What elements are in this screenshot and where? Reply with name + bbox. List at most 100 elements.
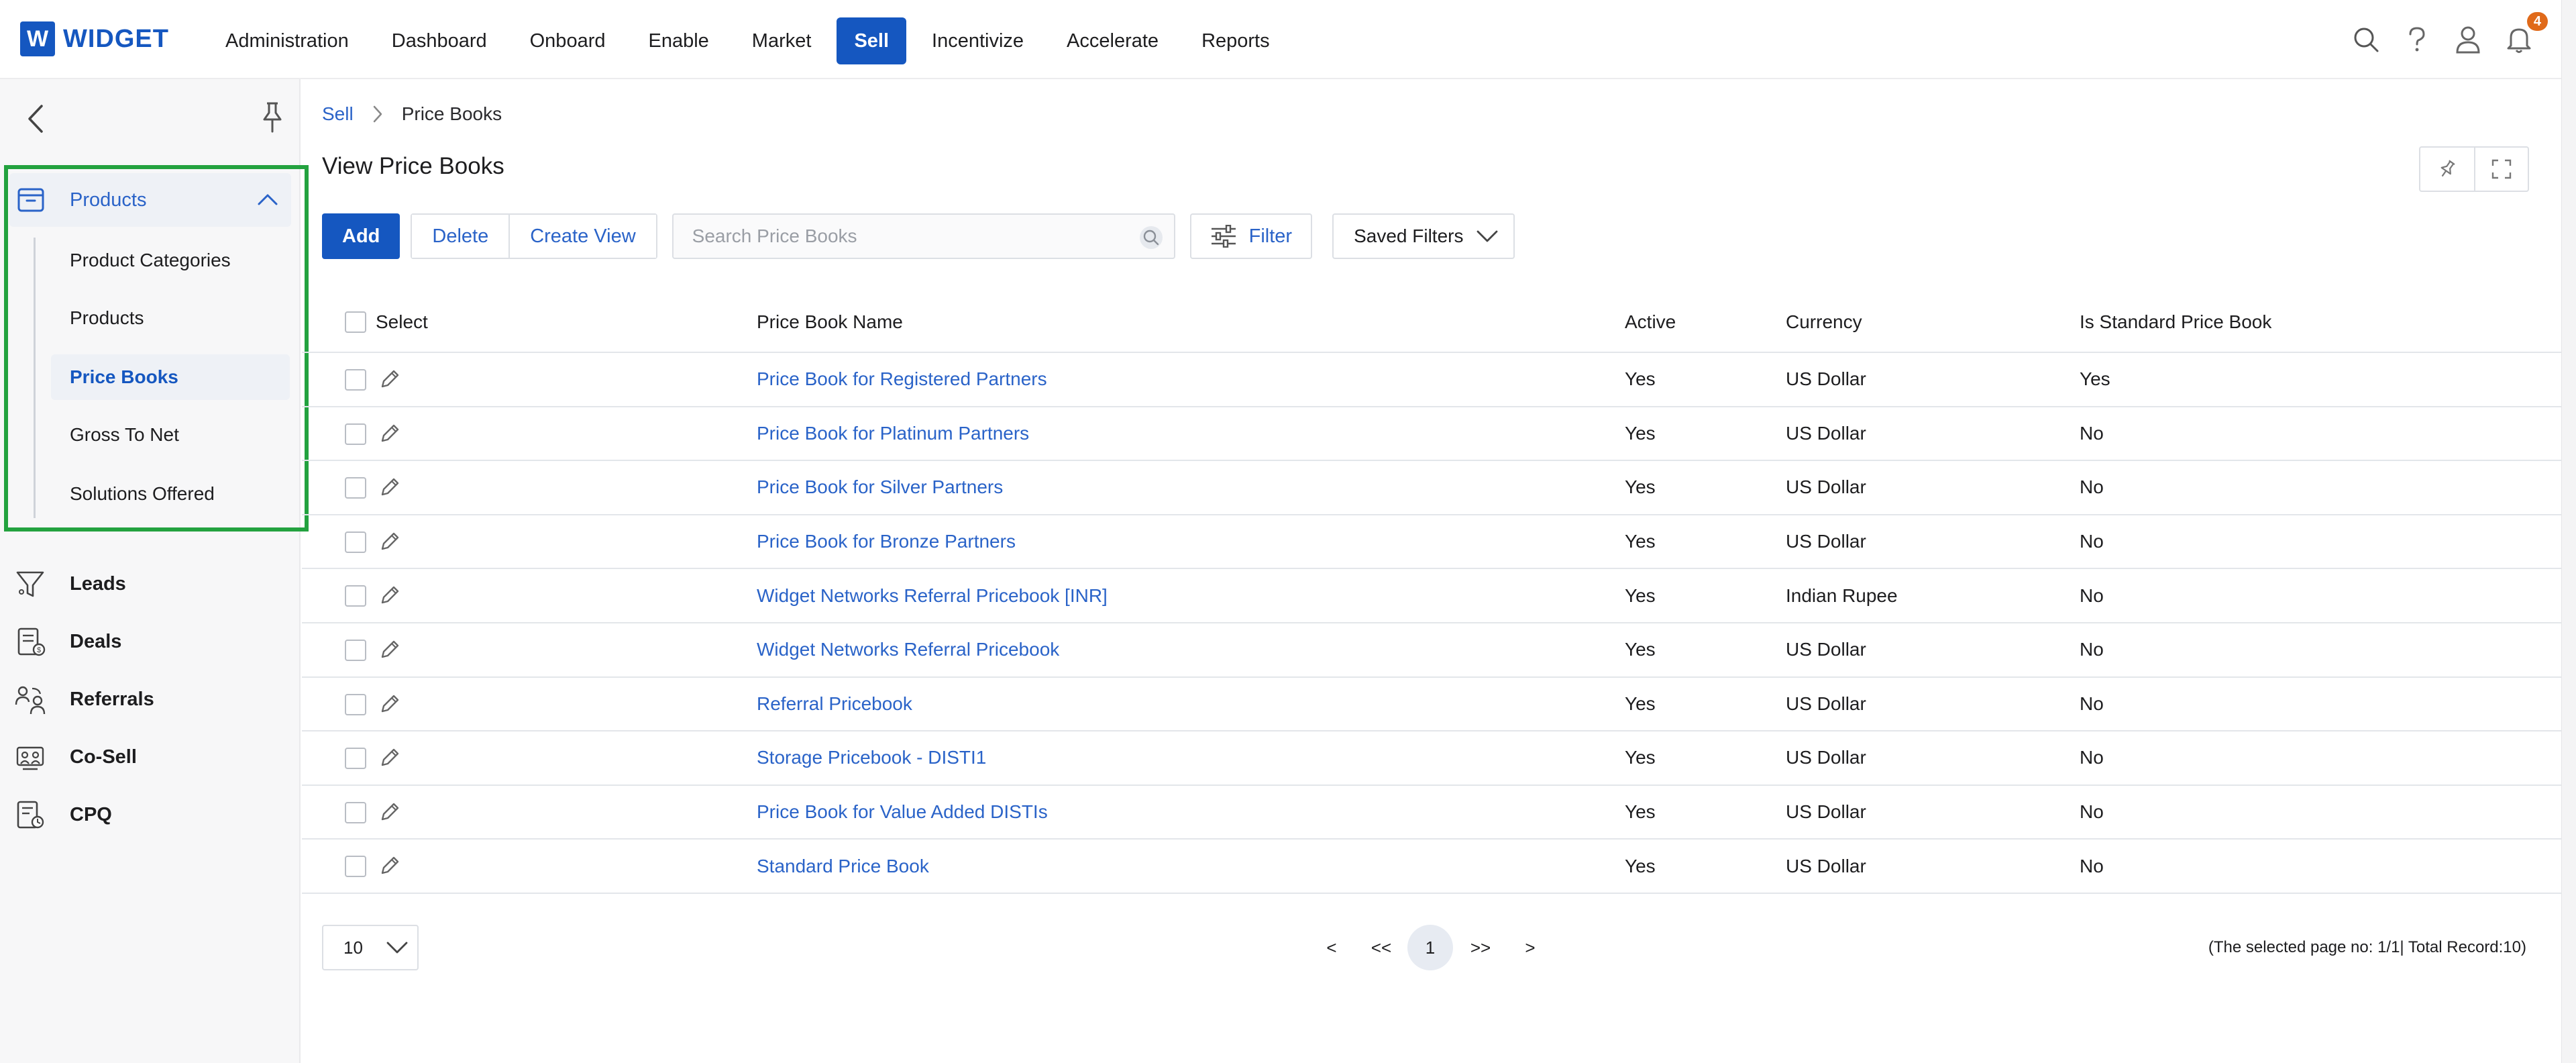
edit-pencil-icon[interactable] [378, 801, 401, 828]
help-icon[interactable] [2400, 20, 2434, 59]
last-page-button[interactable]: >> [1464, 925, 1497, 970]
nav-item-market[interactable]: Market [735, 17, 829, 64]
first-page-button[interactable]: << [1364, 925, 1398, 970]
price-book-name-link[interactable]: Widget Networks Referral Pricebook [757, 639, 1059, 660]
breadcrumb-sell-link[interactable]: Sell [322, 103, 354, 125]
standard-value: No [2080, 639, 2104, 660]
row-checkbox[interactable] [345, 693, 366, 715]
row-checkbox[interactable] [345, 748, 366, 770]
select-all-checkbox[interactable] [345, 311, 366, 333]
table-row: Standard Price Book Yes US Dollar No [302, 840, 2561, 894]
nav-item-sell[interactable]: Sell [837, 17, 907, 64]
sidebar-item-leads[interactable]: Leads [0, 557, 301, 611]
funnel-icon [15, 569, 46, 605]
table-row: Price Book for Silver Partners Yes US Doll… [302, 461, 2561, 515]
nav-item-incentivize[interactable]: Incentivize [914, 17, 1041, 64]
nav-item-onboard[interactable]: Onboard [513, 17, 623, 64]
active-value: Yes [1625, 368, 1656, 390]
column-header-select: Select [376, 311, 428, 332]
row-checkbox[interactable] [345, 477, 366, 499]
page-size-select[interactable]: 10 [322, 925, 419, 970]
row-checkbox[interactable] [345, 585, 366, 607]
edit-pencil-icon[interactable] [378, 476, 401, 503]
nav-item-enable[interactable]: Enable [631, 17, 726, 64]
row-checkbox[interactable] [345, 801, 366, 823]
pin-sidebar-icon[interactable] [259, 101, 286, 138]
edit-pencil-icon[interactable] [378, 746, 401, 774]
saved-filters-dropdown[interactable]: Saved Filters [1332, 213, 1515, 259]
toolbar: Add Delete Create View Filter Saved Filt… [322, 213, 1515, 259]
price-book-name-link[interactable]: Storage Pricebook - DISTI1 [757, 747, 986, 768]
previous-page-button[interactable]: < [1322, 925, 1342, 970]
bell-icon[interactable]: 4 [2502, 12, 2548, 59]
record-info: (The selected page no: 1/1| Total Record… [2208, 938, 2526, 956]
active-value: Yes [1625, 693, 1656, 714]
search-icon[interactable] [1139, 225, 1163, 255]
column-header-active[interactable]: Active [1625, 311, 1676, 333]
referral-people-icon [15, 685, 46, 721]
edit-pencil-icon[interactable] [378, 422, 401, 450]
search-input[interactable] [692, 216, 1122, 256]
price-book-name-link[interactable]: Standard Price Book [757, 856, 929, 877]
page-title: View Price Books [322, 153, 504, 179]
create-view-button[interactable]: Create View [508, 215, 656, 258]
nav-item-administration[interactable]: Administration [208, 17, 366, 64]
currency-value: US Dollar [1786, 693, 1866, 714]
row-checkbox[interactable] [345, 423, 366, 445]
price-book-name-link[interactable]: Referral Pricebook [757, 693, 912, 715]
edit-pencil-icon[interactable] [378, 638, 401, 666]
nav-item-dashboard[interactable]: Dashboard [374, 17, 504, 64]
active-value: Yes [1625, 747, 1656, 768]
row-checkbox[interactable] [345, 531, 366, 553]
currency-value: US Dollar [1786, 855, 1866, 876]
current-page-button[interactable]: 1 [1407, 925, 1453, 970]
search-icon[interactable] [2349, 20, 2383, 59]
nav-item-reports[interactable]: Reports [1184, 17, 1287, 64]
row-checkbox[interactable] [345, 856, 366, 878]
edit-pencil-icon[interactable] [378, 368, 401, 395]
column-header-standard[interactable]: Is Standard Price Book [2080, 311, 2271, 333]
page-scrollbar[interactable] [2561, 0, 2576, 1063]
sidebar-item-label: Co-Sell [70, 746, 137, 768]
products-highlight-box [4, 165, 309, 532]
currency-value: US Dollar [1786, 476, 1866, 498]
sidebar-item-deals[interactable]: $ Deals [0, 615, 301, 668]
sidebar-item-referrals[interactable]: Referrals [0, 672, 301, 726]
row-checkbox[interactable] [345, 639, 366, 661]
logo-text: WIDGET [63, 24, 169, 53]
chevron-right-icon [371, 104, 384, 124]
nav-item-accelerate[interactable]: Accelerate [1049, 17, 1176, 64]
standard-value: No [2080, 422, 2104, 444]
user-icon[interactable] [2451, 20, 2485, 59]
brand-logo[interactable]: W WIDGET [20, 21, 169, 56]
price-book-name-link[interactable]: Price Book for Bronze Partners [757, 531, 1016, 552]
logo-mark: W [20, 21, 55, 56]
column-header-name[interactable]: Price Book Name [757, 311, 903, 333]
sidebar-item-cpq[interactable]: CPQ [0, 788, 301, 842]
sidebar-item-label: Leads [70, 572, 126, 595]
price-book-name-link[interactable]: Widget Networks Referral Pricebook [INR] [757, 585, 1108, 607]
active-value: Yes [1625, 422, 1656, 444]
saved-filters-label: Saved Filters [1354, 225, 1464, 246]
fullscreen-button[interactable] [2474, 148, 2528, 191]
price-book-name-link[interactable]: Price Book for Silver Partners [757, 476, 1003, 498]
pin-view-button[interactable] [2420, 148, 2474, 191]
collapse-sidebar-icon[interactable] [24, 103, 48, 140]
edit-pencil-icon[interactable] [378, 693, 401, 720]
table-row: Price Book for Platinum Partners Yes US Do… [302, 407, 2561, 462]
column-header-currency[interactable]: Currency [1786, 311, 1862, 333]
price-book-name-link[interactable]: Price Book for Platinum Partners [757, 423, 1029, 444]
edit-pencil-icon[interactable] [378, 854, 401, 882]
currency-value: US Dollar [1786, 639, 1866, 660]
edit-pencil-icon[interactable] [378, 530, 401, 558]
price-book-name-link[interactable]: Price Book for Registered Partners [757, 368, 1047, 390]
row-checkbox[interactable] [345, 369, 366, 391]
sidebar-item-co-sell[interactable]: Co-Sell [0, 730, 301, 784]
price-books-table: Select Price Book Name Active Currency I… [302, 293, 2561, 894]
next-page-button[interactable]: > [1520, 925, 1540, 970]
edit-pencil-icon[interactable] [378, 584, 401, 611]
delete-button[interactable]: Delete [412, 215, 509, 258]
filter-button[interactable]: Filter [1189, 213, 1313, 259]
price-book-name-link[interactable]: Price Book for Value Added DISTIs [757, 801, 1048, 823]
add-button[interactable]: Add [322, 213, 400, 259]
